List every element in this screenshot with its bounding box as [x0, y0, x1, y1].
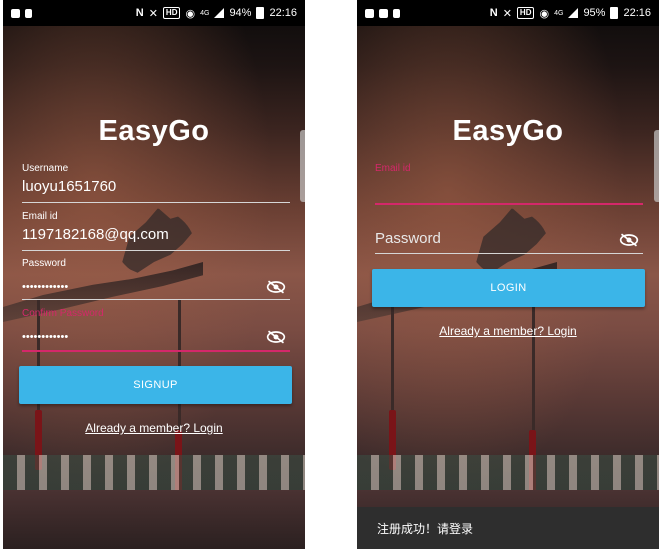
- hd-badge: HD: [162, 7, 181, 19]
- password-underline: [22, 299, 290, 300]
- clock: 22:16: [269, 7, 297, 19]
- app-title: EasyGo: [452, 115, 564, 147]
- confirm-password-field[interactable]: Confirm Password ••••••••••••: [22, 308, 290, 352]
- mute-icon: ✕: [148, 7, 158, 20]
- login-link[interactable]: Already a member? Login: [357, 324, 659, 338]
- email-field[interactable]: Email id 1197182168@qq.com: [22, 211, 290, 251]
- password-field[interactable]: Password ••••••••••••: [22, 258, 290, 300]
- wall-decoration: [3, 455, 305, 490]
- email-field[interactable]: Email id: [375, 163, 643, 205]
- username-underline: [22, 202, 290, 203]
- notification-icon: [379, 8, 388, 18]
- net-type: 4G: [200, 9, 210, 17]
- wall-base: [3, 490, 305, 549]
- wifi-icon: ◉: [185, 7, 196, 20]
- hd-badge: HD: [516, 7, 535, 19]
- battery-percent: 94%: [229, 7, 252, 19]
- username-value: luoyu1651760: [22, 178, 117, 195]
- login-link[interactable]: Already a member? Login: [3, 421, 305, 435]
- nfc-icon: N: [135, 7, 144, 19]
- wall-decoration: [357, 455, 659, 490]
- net-type: 4G: [554, 9, 564, 17]
- visibility-off-icon[interactable]: [266, 330, 286, 344]
- sim-icon: [393, 8, 400, 18]
- username-label: Username: [22, 163, 69, 174]
- clock: 22:16: [623, 7, 651, 19]
- battery-icon: [610, 7, 619, 19]
- wifi-icon: ◉: [539, 7, 550, 20]
- signal-icon: [214, 8, 225, 18]
- username-field[interactable]: Username luoyu1651760: [22, 163, 290, 203]
- visibility-off-icon[interactable]: [266, 280, 286, 294]
- tassel-string: [391, 300, 394, 420]
- notification-icon: [11, 8, 20, 18]
- email-value: 1197182168@qq.com: [22, 226, 169, 243]
- signup-screen: N ✕ HD ◉ 4G 94% 22:16 EasyGo Username lu…: [3, 0, 305, 549]
- password-underline: [375, 253, 643, 254]
- toast-message: 注册成功！请登录: [357, 507, 659, 549]
- password-placeholder: Password: [375, 230, 441, 247]
- sim-icon: [25, 8, 32, 18]
- tassel-string: [532, 300, 535, 440]
- image-icon: [365, 8, 374, 18]
- email-underline: [22, 250, 290, 251]
- password-value: ••••••••••••: [22, 281, 69, 293]
- confirm-password-underline: [22, 350, 290, 352]
- email-label: Email id: [22, 211, 58, 222]
- confirm-password-label: Confirm Password: [22, 308, 104, 319]
- password-field[interactable]: Password: [375, 230, 643, 254]
- battery-percent: 95%: [583, 7, 606, 19]
- email-underline: [375, 203, 643, 205]
- app-title: EasyGo: [98, 115, 210, 147]
- nfc-icon: N: [489, 7, 498, 19]
- status-bar: N ✕ HD ◉ 4G 95% 22:16: [357, 0, 659, 26]
- battery-icon: [256, 7, 265, 19]
- password-label: Password: [22, 258, 66, 269]
- signup-button[interactable]: SIGNUP: [19, 366, 292, 404]
- login-screen: N ✕ HD ◉ 4G 95% 22:16 EasyGo Email id Pa…: [357, 0, 659, 549]
- visibility-off-icon[interactable]: [619, 233, 639, 247]
- login-button[interactable]: LOGIN: [372, 269, 645, 307]
- mute-icon: ✕: [502, 7, 512, 20]
- status-bar: N ✕ HD ◉ 4G 94% 22:16: [3, 0, 305, 26]
- signal-icon: [568, 8, 579, 18]
- confirm-password-value: ••••••••••••: [22, 331, 69, 343]
- email-label: Email id: [375, 163, 411, 174]
